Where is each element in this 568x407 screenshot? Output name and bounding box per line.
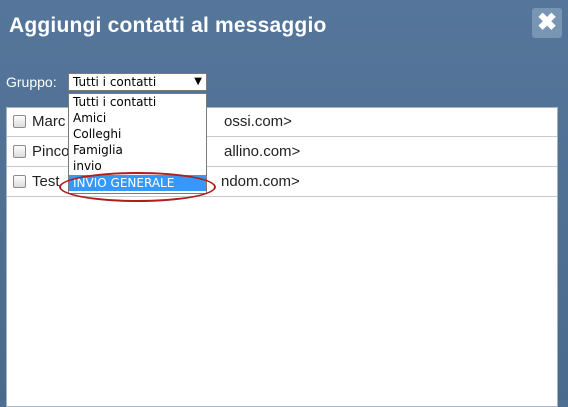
dropdown-arrow-icon: ▼	[194, 76, 202, 87]
contact-checkbox[interactable]	[13, 175, 26, 188]
close-button[interactable]: ✖	[532, 8, 562, 38]
contact-checkbox[interactable]	[13, 145, 26, 158]
dropdown-option-highlighted[interactable]: INVIO GENERALE	[69, 175, 206, 191]
contact-checkbox[interactable]	[13, 115, 26, 128]
dropdown-option[interactable]: Colleghi	[69, 126, 206, 142]
close-icon: ✖	[536, 9, 558, 36]
contact-email-end: allino.com>	[224, 143, 301, 160]
group-select[interactable]: Tutti i contatti ▼	[68, 73, 207, 91]
dropdown-option[interactable]: Tutti i contatti	[69, 94, 206, 110]
group-label: Gruppo:	[6, 74, 57, 90]
dropdown-option[interactable]: invio	[69, 158, 206, 174]
contact-name-start: Pinco	[32, 143, 70, 160]
add-contacts-dialog: Aggiungi contatti al messaggio ✖ Gruppo:…	[0, 0, 568, 407]
group-select-value: Tutti i contatti	[73, 75, 157, 89]
contact-name-start: Test	[32, 173, 60, 190]
contact-email-end: ossi.com>	[224, 113, 292, 130]
dropdown-option[interactable]: Amici	[69, 110, 206, 126]
dropdown-option[interactable]: Famiglia	[69, 142, 206, 158]
contact-email-end: ndom.com>	[221, 173, 300, 190]
dialog-title: Aggiungi contatti al messaggio	[9, 14, 327, 37]
contact-name-start: Marc	[32, 113, 66, 130]
group-dropdown-list: Tutti i contatti Amici Colleghi Famiglia…	[68, 93, 207, 194]
